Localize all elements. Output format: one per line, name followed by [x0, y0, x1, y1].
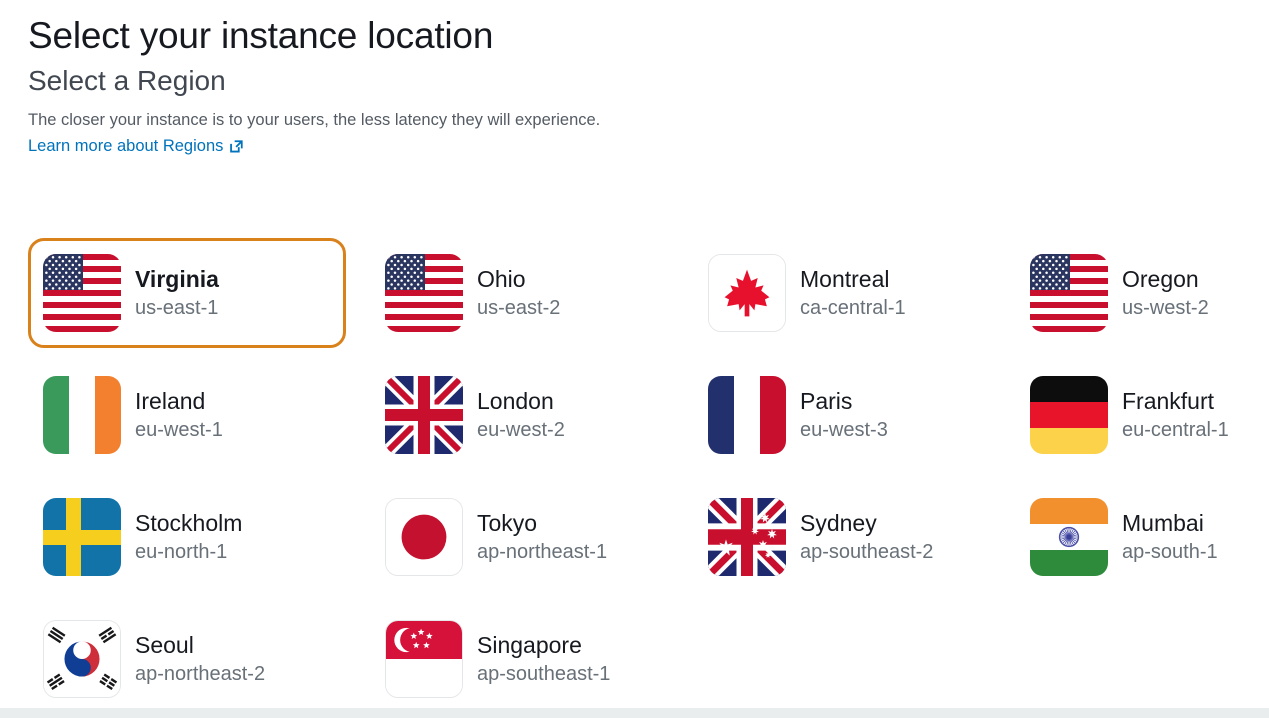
- region-name: London: [477, 388, 554, 415]
- region-text: Ohio us-east-2: [477, 265, 560, 320]
- region-text: Frankfurt eu-central-1: [1122, 387, 1229, 442]
- external-link-icon: [229, 139, 244, 154]
- us-flag-icon: [43, 254, 121, 332]
- region-text: London eu-west-2: [477, 387, 565, 442]
- region-code: ap-northeast-2: [135, 662, 266, 685]
- region-name: Frankfurt: [1122, 388, 1215, 415]
- region-code: ap-southeast-2: [800, 540, 934, 563]
- india-flag-icon: [1030, 498, 1108, 576]
- region-name: Ireland: [135, 388, 206, 415]
- region-card-ap-southeast-2[interactable]: Sydney ap-southeast-2: [693, 482, 1011, 592]
- region-text: Montreal ca-central-1: [800, 265, 906, 320]
- southkorea-flag-icon: [43, 620, 121, 698]
- canada-flag-icon: [708, 254, 786, 332]
- region-text: Ireland eu-west-1: [135, 387, 223, 442]
- region-text: Seoul ap-northeast-2: [135, 631, 265, 686]
- ireland-flag-icon: [43, 376, 121, 454]
- region-code: ap-south-1: [1122, 540, 1218, 563]
- region-text: Paris eu-west-3: [800, 387, 888, 442]
- region-card-eu-central-1[interactable]: Frankfurt eu-central-1: [1015, 360, 1269, 470]
- us-flag-icon: [1030, 254, 1108, 332]
- uk-flag-icon: [385, 376, 463, 454]
- region-name: Montreal: [800, 266, 890, 293]
- region-card-ap-southeast-1[interactable]: Singapore ap-southeast-1: [370, 604, 688, 714]
- region-code: eu-west-3: [800, 418, 888, 441]
- region-card-ap-northeast-1[interactable]: Tokyo ap-northeast-1: [370, 482, 688, 592]
- region-name: Oregon: [1122, 266, 1199, 293]
- region-name: Virginia: [135, 266, 219, 293]
- australia-flag-icon: [708, 498, 786, 576]
- region-text: Mumbai ap-south-1: [1122, 509, 1218, 564]
- region-name: Singapore: [477, 632, 582, 659]
- japan-flag-icon: [385, 498, 463, 576]
- region-name: Ohio: [477, 266, 526, 293]
- region-text: Sydney ap-southeast-2: [800, 509, 933, 564]
- germany-flag-icon: [1030, 376, 1108, 454]
- learn-more-label: Learn more about Regions: [28, 136, 224, 155]
- region-name: Seoul: [135, 632, 194, 659]
- learn-more-about-regions-link[interactable]: Learn more about Regions: [28, 137, 244, 156]
- region-code: us-east-1: [135, 296, 219, 319]
- region-code: eu-west-1: [135, 418, 223, 441]
- region-name: Stockholm: [135, 510, 243, 537]
- region-code: eu-central-1: [1122, 418, 1229, 441]
- region-code: ap-southeast-1: [477, 662, 611, 685]
- region-code: ap-northeast-1: [477, 540, 608, 563]
- region-code: eu-west-2: [477, 418, 565, 441]
- region-text: Singapore ap-southeast-1: [477, 631, 610, 686]
- page-header: Select your instance location Select a R…: [0, 0, 1269, 156]
- region-card-us-west-2[interactable]: Oregon us-west-2: [1015, 238, 1269, 348]
- region-card-ap-northeast-2[interactable]: Seoul ap-northeast-2: [28, 604, 346, 714]
- sweden-flag-icon: [43, 498, 121, 576]
- france-flag-icon: [708, 376, 786, 454]
- region-code: eu-north-1: [135, 540, 228, 563]
- page-title: Select your instance location: [28, 15, 494, 56]
- region-text: Stockholm eu-north-1: [135, 509, 242, 564]
- region-card-us-east-1[interactable]: Virginia us-east-1: [28, 238, 346, 348]
- region-code: ca-central-1: [800, 296, 906, 319]
- region-card-us-east-2[interactable]: Ohio us-east-2: [370, 238, 688, 348]
- singapore-flag-icon: [385, 620, 463, 698]
- region-card-ap-south-1[interactable]: Mumbai ap-south-1: [1015, 482, 1269, 592]
- region-name: Sydney: [800, 510, 877, 537]
- region-text: Tokyo ap-northeast-1: [477, 509, 607, 564]
- region-text: Oregon us-west-2: [1122, 265, 1209, 320]
- region-card-ca-central-1[interactable]: Montreal ca-central-1: [693, 238, 1011, 348]
- region-code: us-west-2: [1122, 296, 1209, 319]
- region-name: Mumbai: [1122, 510, 1204, 537]
- region-name: Tokyo: [477, 510, 538, 537]
- region-name: Paris: [800, 388, 853, 415]
- instance-location-page: Select your instance location Select a R…: [0, 0, 1269, 718]
- bottom-strip: [0, 708, 1269, 718]
- region-card-eu-west-3[interactable]: Paris eu-west-3: [693, 360, 1011, 470]
- section-title: Select a Region: [28, 64, 226, 96]
- us-flag-icon: [385, 254, 463, 332]
- region-card-eu-west-2[interactable]: London eu-west-2: [370, 360, 688, 470]
- region-grid: Virginia us-east-1 Ohio us-east-2 Montreal…: [28, 232, 1258, 718]
- region-code: us-east-2: [477, 296, 561, 319]
- region-card-eu-west-1[interactable]: Ireland eu-west-1: [28, 360, 346, 470]
- region-card-eu-north-1[interactable]: Stockholm eu-north-1: [28, 482, 346, 592]
- region-text: Virginia us-east-1: [135, 265, 219, 320]
- region-description: The closer your instance is to your user…: [28, 111, 601, 130]
